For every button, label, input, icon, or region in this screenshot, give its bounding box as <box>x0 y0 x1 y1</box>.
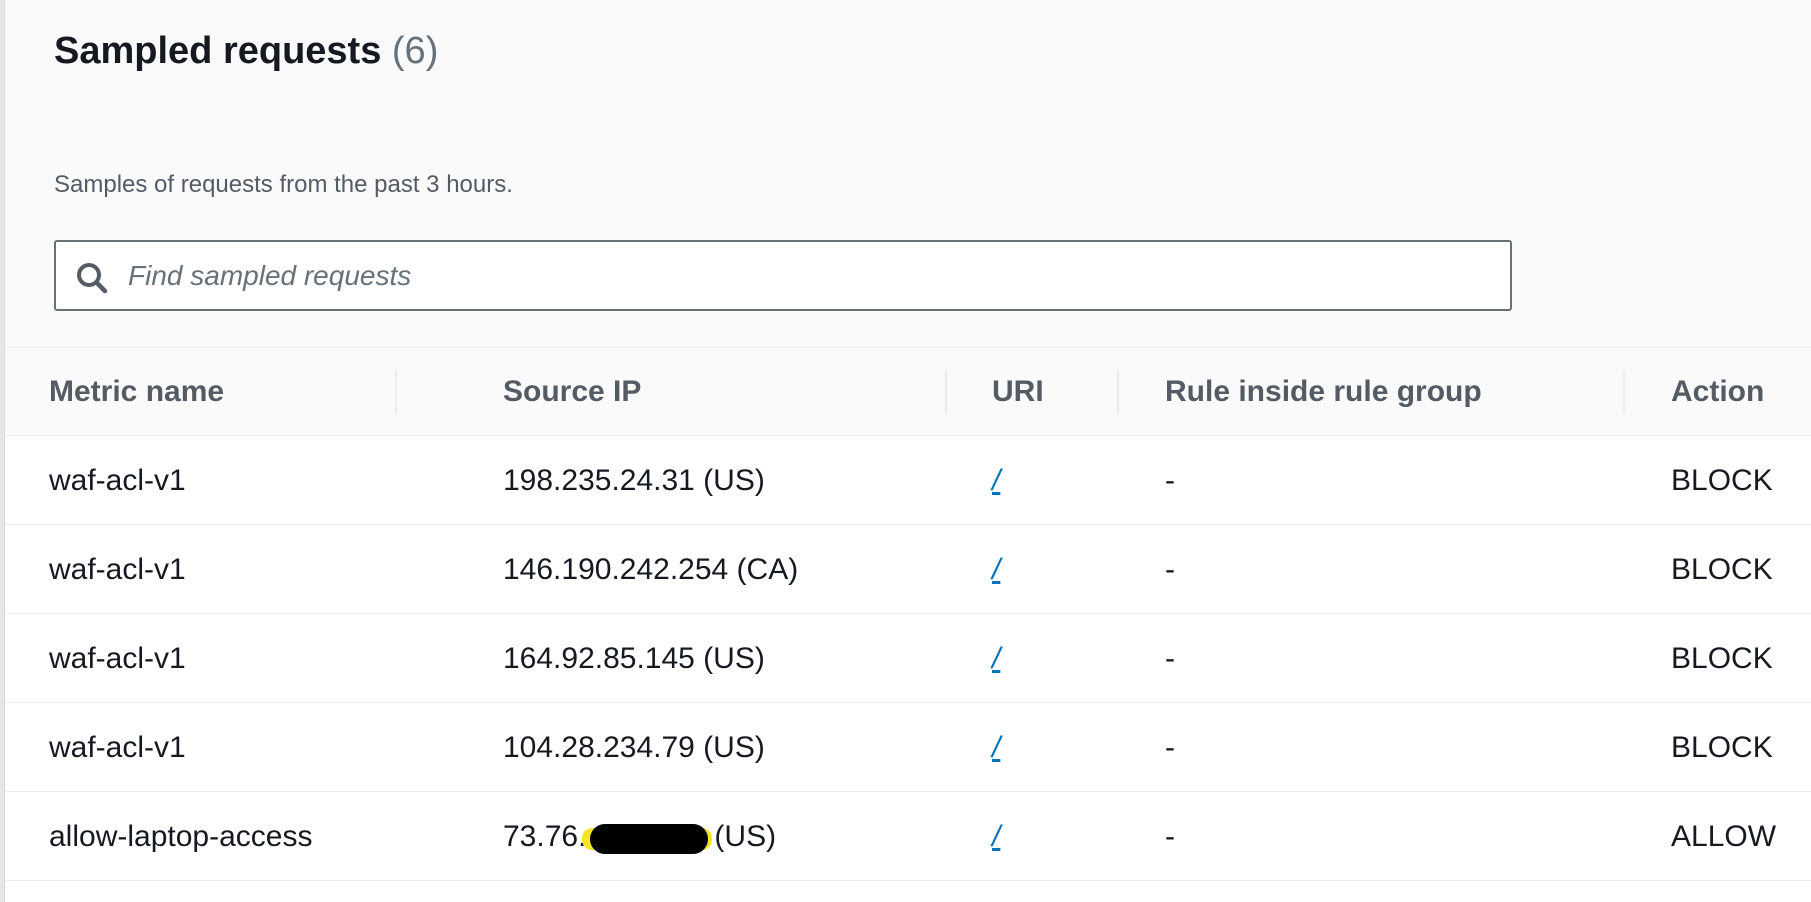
title-text: Sampled requests <box>54 30 382 72</box>
action-cell: ALLOW <box>1671 820 1777 853</box>
uri-link[interactable]: / <box>992 553 1000 586</box>
table-header: Metric name Source IP URI Rule inside ru… <box>5 348 1811 436</box>
uri-link[interactable]: / <box>992 642 1000 675</box>
rule-cell: - <box>1165 820 1175 853</box>
title-count: (6) <box>391 30 439 72</box>
metric-name-cell: allow-laptop-access <box>49 820 313 853</box>
column-header-rule-inside-rule-group[interactable]: Rule inside rule group <box>1165 348 1482 436</box>
rule-cell: - <box>1165 553 1175 586</box>
rule-cell: - <box>1165 464 1175 497</box>
metric-name-cell: waf-acl-v1 <box>49 553 186 586</box>
action-cell: BLOCK <box>1671 464 1773 497</box>
metric-name-cell: waf-acl-v1 <box>49 464 186 497</box>
source-ip-cell: 164.92.85.145 (US) <box>503 642 765 675</box>
rule-cell: - <box>1165 731 1175 764</box>
source-ip-suffix: (US) <box>714 820 777 853</box>
sampled-requests-panel: Sampled requests (6) Samples of requests… <box>0 0 1811 902</box>
search-icon <box>77 263 108 294</box>
metric-name-cell: waf-acl-v1 <box>49 731 186 764</box>
table-row[interactable]: waf-acl-v1 104.28.234.79 (US) / - BLOCK <box>5 703 1811 792</box>
action-cell: BLOCK <box>1671 731 1773 764</box>
redaction-mark <box>582 822 713 855</box>
table-row[interactable]: waf-acl-v1 198.235.24.31 (US) / - BLOCK <box>5 436 1811 525</box>
source-ip-prefix: 73.76. <box>503 820 587 853</box>
action-cell: BLOCK <box>1671 553 1773 586</box>
table-row[interactable]: waf-acl-v1 146.190.242.254 (CA) / - BLOC… <box>5 525 1811 614</box>
table-row-partial <box>5 881 1811 902</box>
column-header-action[interactable]: Action <box>1671 348 1764 436</box>
column-header-uri[interactable]: URI <box>992 348 1044 436</box>
sampled-requests-table: Metric name Source IP URI Rule inside ru… <box>5 348 1811 902</box>
page-title: Sampled requests (6) <box>54 28 438 74</box>
column-divider[interactable] <box>1623 370 1625 414</box>
action-cell: BLOCK <box>1671 642 1773 675</box>
column-divider[interactable] <box>945 370 947 414</box>
uri-link[interactable]: / <box>992 820 1000 853</box>
source-ip-cell: 104.28.234.79 (US) <box>503 731 765 764</box>
uri-link[interactable]: / <box>992 731 1000 764</box>
search-input[interactable] <box>128 242 1498 309</box>
rule-cell: - <box>1165 642 1175 675</box>
table-row[interactable]: allow-laptop-access 73.76. (US) / - ALLOW <box>5 792 1811 881</box>
panel-header: Sampled requests (6) Samples of requests… <box>5 0 1811 348</box>
panel-description: Samples of requests from the past 3 hour… <box>54 171 513 198</box>
uri-link[interactable]: / <box>992 464 1000 497</box>
column-divider[interactable] <box>395 370 397 414</box>
metric-name-cell: waf-acl-v1 <box>49 642 186 675</box>
column-divider[interactable] <box>1117 370 1119 414</box>
source-ip-cell: 73.76. (US) <box>503 792 776 881</box>
table-row[interactable]: waf-acl-v1 164.92.85.145 (US) / - BLOCK <box>5 614 1811 703</box>
source-ip-cell: 146.190.242.254 (CA) <box>503 553 799 586</box>
column-header-source-ip[interactable]: Source IP <box>503 348 641 436</box>
source-ip-cell: 198.235.24.31 (US) <box>503 464 765 497</box>
column-header-metric-name[interactable]: Metric name <box>49 348 224 436</box>
search-box[interactable] <box>54 240 1512 311</box>
